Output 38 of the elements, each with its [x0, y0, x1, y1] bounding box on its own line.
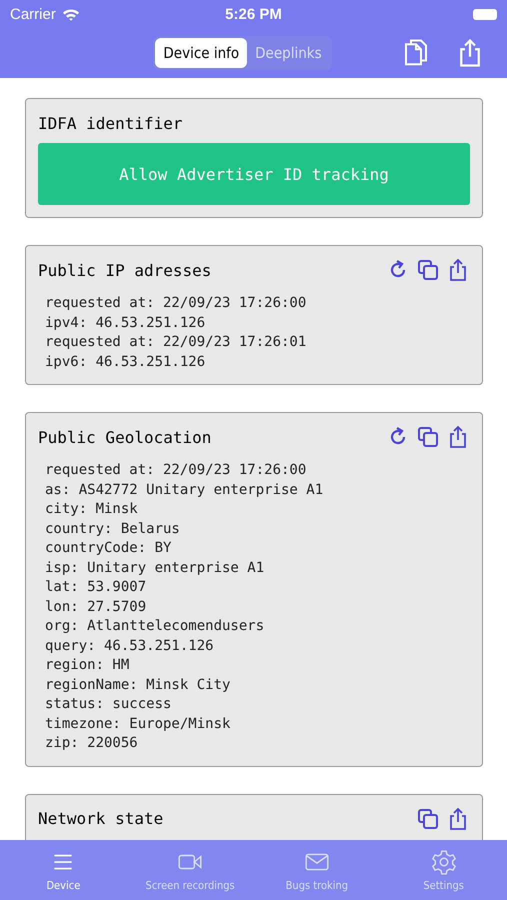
allow-tracking-button[interactable]: Allow Advertiser ID tracking [38, 143, 470, 205]
info-line: region: HM [45, 656, 130, 675]
segment-tab[interactable]: Device info [155, 38, 248, 68]
card-title: Network state [38, 809, 164, 828]
segment-tab[interactable]: Deeplinks [247, 38, 330, 68]
copy-icon[interactable] [416, 806, 440, 830]
tab-bar-item[interactable]: Bugs troking [254, 840, 380, 900]
tab-bar-item[interactable]: Screen recordings [126, 840, 254, 900]
tab-bar-item[interactable]: Settings [380, 840, 507, 900]
info-line: status: success [45, 695, 172, 714]
info-line: org: Atlanttelecomendusers [45, 617, 266, 636]
info-line: as: AS42772 Unitary enterprise A1 [45, 480, 324, 500]
copy-icon[interactable] [416, 425, 440, 449]
card-title: Public Geolocation [38, 428, 212, 446]
copy-icon[interactable] [416, 258, 440, 282]
info-line: ipv6: 46.53.251.126 [45, 352, 206, 372]
info-line: countryCode: BY [45, 539, 172, 558]
info-line: requested at: 22/09/23 17:26:00 [45, 461, 308, 480]
info-line: timezone: Europe/Minsk [45, 714, 232, 734]
settings-icon [430, 848, 458, 874]
info-line: zip: 220056 [45, 734, 139, 753]
info-line: requested at: 22/09/23 17:26:00 [45, 294, 308, 313]
info-line: query: 46.53.251.126 [45, 636, 215, 656]
info-line: regionName: Minsk City [45, 676, 232, 694]
carrier-name: Carrier [10, 6, 56, 22]
info-line: lat: 53.9007 [45, 578, 148, 597]
info-line: ipv4: 46.53.251.126 [45, 314, 206, 332]
info-line: city: Minsk [45, 500, 139, 519]
battery-icon [472, 8, 497, 20]
card-title: Public IP adresses [38, 260, 212, 280]
info-line: lon: 27.5709 [45, 598, 148, 616]
status-time: 5:26 PM [225, 6, 282, 22]
info-line: isp: Unitary enterprise A1 [45, 558, 266, 578]
tab-bar-item[interactable]: Device [0, 840, 127, 900]
wifi-icon [62, 8, 80, 20]
info-line: requested at: 22/09/23 17:26:01 [45, 333, 308, 352]
card-title: IDFA identifier [38, 114, 182, 132]
info-line: country: Belarus [45, 520, 181, 538]
